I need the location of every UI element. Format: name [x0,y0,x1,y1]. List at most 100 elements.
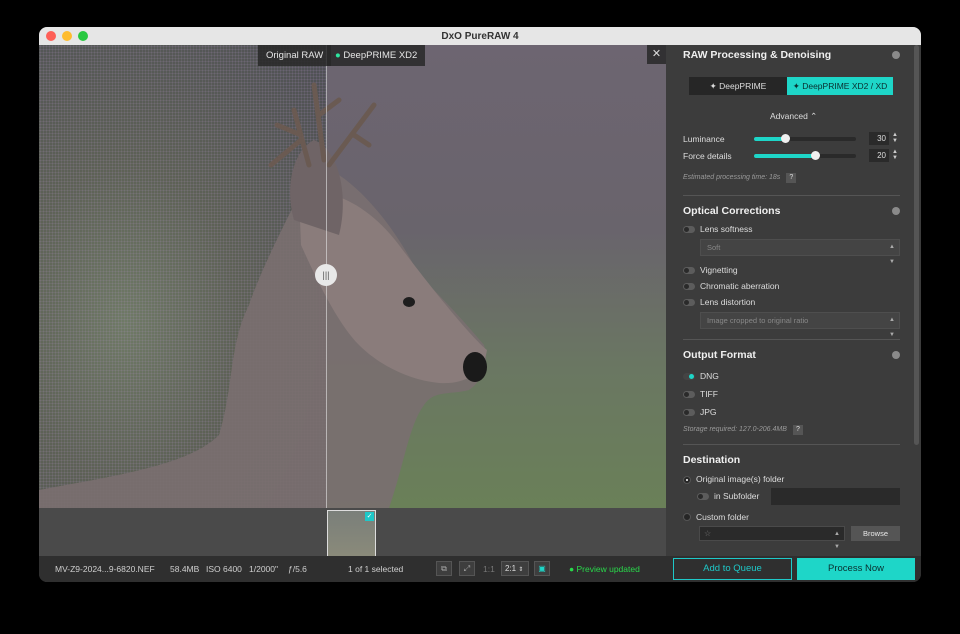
force-details-stepper-icon[interactable]: ▲ ▼ [891,149,899,162]
zoom-1-1-button[interactable]: 1:1 [483,556,495,582]
deer-photo [39,82,487,508]
close-window-button[interactable] [46,31,56,41]
deer-eye [403,297,415,307]
divider [683,339,900,340]
zoom-select[interactable]: 2:1 ⇕ [501,561,529,576]
luminance-stepper-icon[interactable]: ▲ ▼ [891,132,899,145]
luminance-slider-knob[interactable] [780,134,790,143]
output-format-title: Output Format [683,349,756,361]
optical-corrections-title: Optical Corrections [683,205,781,217]
divider [683,444,900,445]
distortion-dropdown[interactable]: Image cropped to original ratio ▲ ▼ [700,312,900,338]
help-icon[interactable]: ? [792,425,803,435]
thumbnail[interactable]: ✓ [327,510,376,557]
advanced-toggle[interactable]: Advanced ⌃ [770,111,817,122]
dropdown-arrow-icon: ▲ ▼ [834,531,840,550]
deer-nose [463,352,487,382]
dropdown-arrow-icon: ▲ ▼ [889,244,895,265]
lens-distortion-label: Lens distortion [700,297,756,307]
process-now-button[interactable]: Process Now [797,558,915,580]
iso-value: ISO 6400 [206,564,242,574]
force-details-slider-fill [754,154,816,158]
help-icon[interactable]: ? [786,173,797,183]
raw-processing-title: RAW Processing & Denoising [683,49,832,61]
status-bar: MV-Z9-2024...9-6820.NEF 58.4MB ISO 6400 … [39,556,921,582]
preview-status: ● Preview updated [569,556,640,582]
custom-folder-dropdown[interactable]: ☆ ▲ ▼ [699,526,845,550]
browse-button[interactable]: Browse [851,526,900,541]
force-details-slider-knob[interactable] [811,151,821,160]
image-view-icon[interactable]: ▣ [534,561,550,576]
panel-scrollbar[interactable] [914,45,919,445]
check-icon: ✓ [365,512,374,521]
zoom-select-value: 2:1 [505,564,517,573]
mode-deepprime-button[interactable]: ✦ DeepPRIME [689,77,787,95]
luminance-slider[interactable] [754,134,856,143]
destination-title: Destination [683,454,741,466]
close-icon[interactable]: ✕ [647,45,666,64]
tiff-label: TIFF [700,389,718,399]
window-title: DxO PureRAW 4 [441,30,519,42]
lens-distortion-toggle[interactable] [683,299,695,306]
divider [683,195,900,196]
shutter-speed: 1/2000" [249,564,279,574]
storage-required-text: Storage required: 127.0-206.4MB [683,426,787,433]
optical-section-indicator [892,207,900,215]
subfolder-label: in Subfolder [714,491,760,501]
jpg-toggle[interactable] [683,409,695,416]
storage-required: Storage required: 127.0-206.4MB? [683,425,803,435]
lens-softness-label: Lens softness [700,224,753,234]
add-to-queue-button[interactable]: Add to Queue [673,558,792,580]
split-handle-icon[interactable]: ||| [315,264,337,286]
distortion-dropdown-value: Image cropped to original ratio [707,316,809,325]
preview-status-text: Preview updated [576,564,640,574]
file-size: 58.4MB [170,564,200,574]
fit-screen-icon[interactable]: ⤢ [459,561,475,576]
softness-dropdown[interactable]: Soft ▲ ▼ [700,239,900,265]
raw-section-indicator [892,51,900,59]
selection-count: 1 of 1 selected [348,564,404,574]
force-details-value[interactable]: 20 [869,149,889,162]
chromatic-aberration-toggle[interactable] [683,283,695,290]
dng-label: DNG [700,371,719,381]
lens-softness-toggle[interactable] [683,226,695,233]
mode-deepprime-xd2-button[interactable]: ✦ DeepPRIME XD2 / XD [787,77,893,95]
vignetting-toggle[interactable] [683,267,695,274]
estimated-time-text: Estimated processing time: 18s [683,174,781,181]
label-deepprime-text: DeepPRIME XD2 [343,50,418,61]
subfolder-toggle[interactable] [697,493,709,500]
custom-folder-label: Custom folder [696,512,749,522]
chromatic-aberration-label: Chromatic aberration [700,281,780,291]
zoom-window-button[interactable] [78,31,88,41]
jpg-label: JPG [700,407,717,417]
estimated-time: Estimated processing time: 18s? [683,173,797,183]
settings-panel: RAW Processing & Denoising ✦ DeepPRIME ✦… [666,45,921,556]
image-viewer[interactable]: ||| Original RAW ● DeepPRIME XD2 ✕ [39,45,666,508]
deer-antlers [268,82,377,168]
aperture-value: ƒ/5.6 [288,564,307,574]
custom-folder-radio[interactable] [683,513,691,521]
force-details-label: Force details [683,151,732,161]
original-folder-label: Original image(s) folder [696,474,785,484]
star-icon: ☆ [704,529,712,538]
label-original-raw: Original RAW [258,45,332,66]
label-deepprime-xd2: ● DeepPRIME XD2 [327,45,426,66]
app-window: DxO PureRAW 4 ||| Original RAW ● DeepPRI… [39,27,921,582]
title-bar: DxO PureRAW 4 [39,27,921,45]
vignetting-label: Vignetting [700,265,738,275]
luminance-label: Luminance [683,134,725,144]
original-folder-radio[interactable] [683,476,691,484]
dng-toggle[interactable] [683,373,695,380]
file-name: MV-Z9-2024...9-6820.NEF [55,564,155,574]
luminance-value[interactable]: 30 [869,132,889,145]
output-section-indicator [892,351,900,359]
minimize-window-button[interactable] [62,31,72,41]
preview-status-dot-icon: ● [569,564,577,574]
chevron-updown-icon: ⇕ [518,567,524,573]
tiff-toggle[interactable] [683,391,695,398]
denoise-mode-selector: ✦ DeepPRIME ✦ DeepPRIME XD2 / XD [689,77,893,95]
softness-dropdown-value: Soft [707,243,721,252]
force-details-slider[interactable] [754,151,856,160]
subfolder-input[interactable] [771,488,900,505]
compare-icon[interactable]: ⧉ [436,561,452,576]
